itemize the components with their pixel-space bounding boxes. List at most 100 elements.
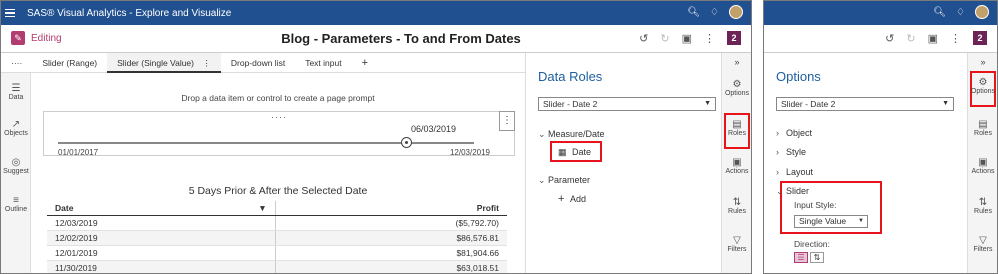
sidebar-item-objects[interactable]: ↗ Objects	[1, 119, 31, 137]
pane-nav-actions[interactable]: ▣ Actions	[968, 157, 997, 175]
tab-dropdown-list[interactable]: Drop-down list	[221, 53, 295, 73]
app-header: SAS® Visual Analytics - Explore and Visu…	[1, 1, 751, 25]
section-label: Measure/Date	[548, 129, 605, 139]
pane-nav-options[interactable]: ⚙ Options	[968, 77, 997, 95]
tab-slider-single-value[interactable]: Slider (Single Value) ⋮	[107, 52, 221, 73]
tab-text-input[interactable]: Text input	[295, 53, 351, 73]
report-toolbar: ✎ Editing Blog - Parameters - To and Fro…	[1, 25, 751, 53]
redo-icon[interactable]: ↻	[660, 32, 669, 45]
sort-descending-icon[interactable]: ▼	[258, 203, 266, 213]
notification-bell-icon[interactable]: ♢	[710, 7, 719, 18]
pane-nav-rules[interactable]: ⇅ Rules	[968, 197, 997, 215]
redo-icon[interactable]: ↻	[906, 32, 915, 45]
left-side-nav: ☰ Data ↗ Objects ◎ Suggest ≡ Outline	[1, 73, 31, 273]
direction-vertical-icon[interactable]: ⇅	[810, 252, 824, 263]
report-toolbar: ↺ ↻ ▣ ⋮ 2	[764, 25, 997, 53]
object-select[interactable]: Slider - Date 2 ▼	[538, 97, 716, 111]
table-row[interactable]: 12/02/2019 $86,576.81	[47, 230, 507, 246]
cell-date: 12/02/2019	[47, 230, 276, 246]
pane-nav-label: Filters	[973, 246, 993, 253]
date-slider-control[interactable]: ···· ⋮ 06/03/2019 01/01/2017 12/03/2019	[43, 111, 515, 157]
role-label: Date	[572, 147, 592, 157]
more-options-icon[interactable]: ⋮	[704, 32, 715, 45]
section-parameter[interactable]: ⌄ Parameter	[538, 175, 590, 186]
add-parameter-button[interactable]: + Add	[558, 193, 586, 205]
edit-pencil-icon[interactable]: ✎	[11, 31, 25, 45]
plus-icon: +	[558, 193, 565, 205]
search-icon[interactable]: 🔍︎	[933, 7, 946, 18]
pane-title: Data Roles	[538, 69, 603, 84]
pane-nav-roles[interactable]: ▤ Roles	[722, 119, 751, 137]
section-measure-date[interactable]: ⌄ Measure/Date	[538, 129, 605, 140]
section-object[interactable]: › Object	[776, 128, 812, 138]
more-options-icon[interactable]: ⋮	[950, 32, 961, 45]
sidebar-item-data[interactable]: ☰ Data	[1, 83, 31, 101]
options-icon: ⚙	[732, 79, 742, 90]
pane-nav-label: Options	[970, 88, 996, 95]
pane-nav-rules[interactable]: ⇅ Rules	[722, 197, 751, 215]
collapse-pane-icon[interactable]: »	[968, 57, 997, 67]
tab-slider-range[interactable]: Slider (Range)	[32, 53, 107, 73]
page-badge[interactable]: 2	[973, 31, 987, 45]
input-style-select[interactable]: Single Value ▼	[794, 215, 868, 228]
slider-thumb[interactable]	[401, 137, 412, 148]
direction-horizontal-icon[interactable]: ☰	[794, 252, 808, 263]
cell-profit: $86,576.81	[275, 230, 507, 246]
page-prompt-dropzone[interactable]: Drop a data item or control to create a …	[35, 93, 521, 103]
column-header-date[interactable]: Date ▼	[47, 201, 276, 216]
options-pane: Options Slider - Date 2 ▼ › Object › Style…	[764, 53, 967, 273]
chevron-right-icon: ›	[776, 128, 779, 138]
section-label: Style	[786, 147, 807, 157]
tab-overflow[interactable]: ····	[1, 53, 32, 73]
avatar[interactable]	[975, 5, 989, 19]
undo-icon[interactable]: ↺	[885, 32, 894, 45]
slider-max-label: 12/03/2019	[449, 148, 490, 157]
rules-icon: ⇅	[732, 197, 742, 208]
section-layout[interactable]: › Layout	[776, 167, 813, 177]
add-label: Add	[569, 194, 586, 204]
add-tab-button[interactable]: +	[352, 53, 378, 73]
pane-nav-label: Options	[724, 90, 750, 97]
notification-bell-icon[interactable]: ♢	[956, 7, 965, 18]
save-icon[interactable]: ▣	[928, 32, 938, 45]
save-icon[interactable]: ▣	[682, 32, 692, 45]
list-icon: ≡	[13, 195, 19, 206]
object-select[interactable]: Slider - Date 2 ▼	[776, 97, 954, 111]
table-title: 5 Days Prior & After the Selected Date	[188, 185, 368, 197]
input-style-value: Single Value	[799, 216, 847, 226]
search-icon[interactable]: 🔍︎	[687, 7, 700, 18]
avatar[interactable]	[729, 5, 743, 19]
drag-handle[interactable]: ····	[44, 112, 514, 122]
pane-nav-filters[interactable]: ▽ Filters	[968, 235, 997, 253]
profit-table: Date ▼ Profit 12/03/2019 ($5,792.70) 12/0…	[47, 201, 507, 273]
sidebar-item-outline[interactable]: ≡ Outline	[1, 195, 31, 213]
left-screenshot: SAS® Visual Analytics - Explore and Visu…	[0, 0, 752, 274]
report-tabs: ···· Slider (Range) Slider (Single Value…	[1, 52, 525, 73]
pane-nav-actions[interactable]: ▣ Actions	[722, 157, 751, 175]
calendar-icon: ▦	[558, 147, 567, 157]
undo-icon[interactable]: ↺	[639, 32, 648, 45]
rules-icon: ⇅	[978, 197, 988, 208]
table-row[interactable]: 11/30/2019 $63,018.51	[47, 260, 507, 273]
pane-nav-label: Rules	[728, 208, 746, 215]
pane-nav-roles[interactable]: ▤ Roles	[968, 119, 997, 137]
tab-menu-icon[interactable]: ⋮	[202, 58, 211, 68]
cell-profit: $63,018.51	[275, 260, 507, 273]
options-icon: ⚙	[978, 77, 988, 88]
table-row[interactable]: 12/01/2019 $81,904.66	[47, 245, 507, 261]
cell-date: 12/03/2019	[47, 215, 276, 231]
pane-nav-filters[interactable]: ▽ Filters	[722, 235, 751, 253]
page-badge[interactable]: 2	[727, 31, 741, 45]
column-header-profit[interactable]: Profit	[275, 201, 507, 216]
slider-more-icon[interactable]: ⋮	[499, 111, 515, 131]
section-slider[interactable]: ⌄ Slider	[776, 186, 809, 197]
sidebar-item-label: Objects	[4, 130, 28, 137]
table-row[interactable]: 12/03/2019 ($5,792.70)	[47, 215, 507, 231]
chevron-down-icon: ⌄	[538, 175, 546, 185]
sidebar-item-suggest[interactable]: ◎ Suggest	[1, 157, 31, 175]
collapse-pane-icon[interactable]: »	[722, 57, 751, 67]
hamburger-menu-icon[interactable]	[5, 8, 21, 18]
section-style[interactable]: › Style	[776, 147, 806, 157]
pane-nav-options[interactable]: ⚙ Options	[722, 79, 751, 97]
role-item-date[interactable]: ▦ Date	[558, 147, 591, 158]
